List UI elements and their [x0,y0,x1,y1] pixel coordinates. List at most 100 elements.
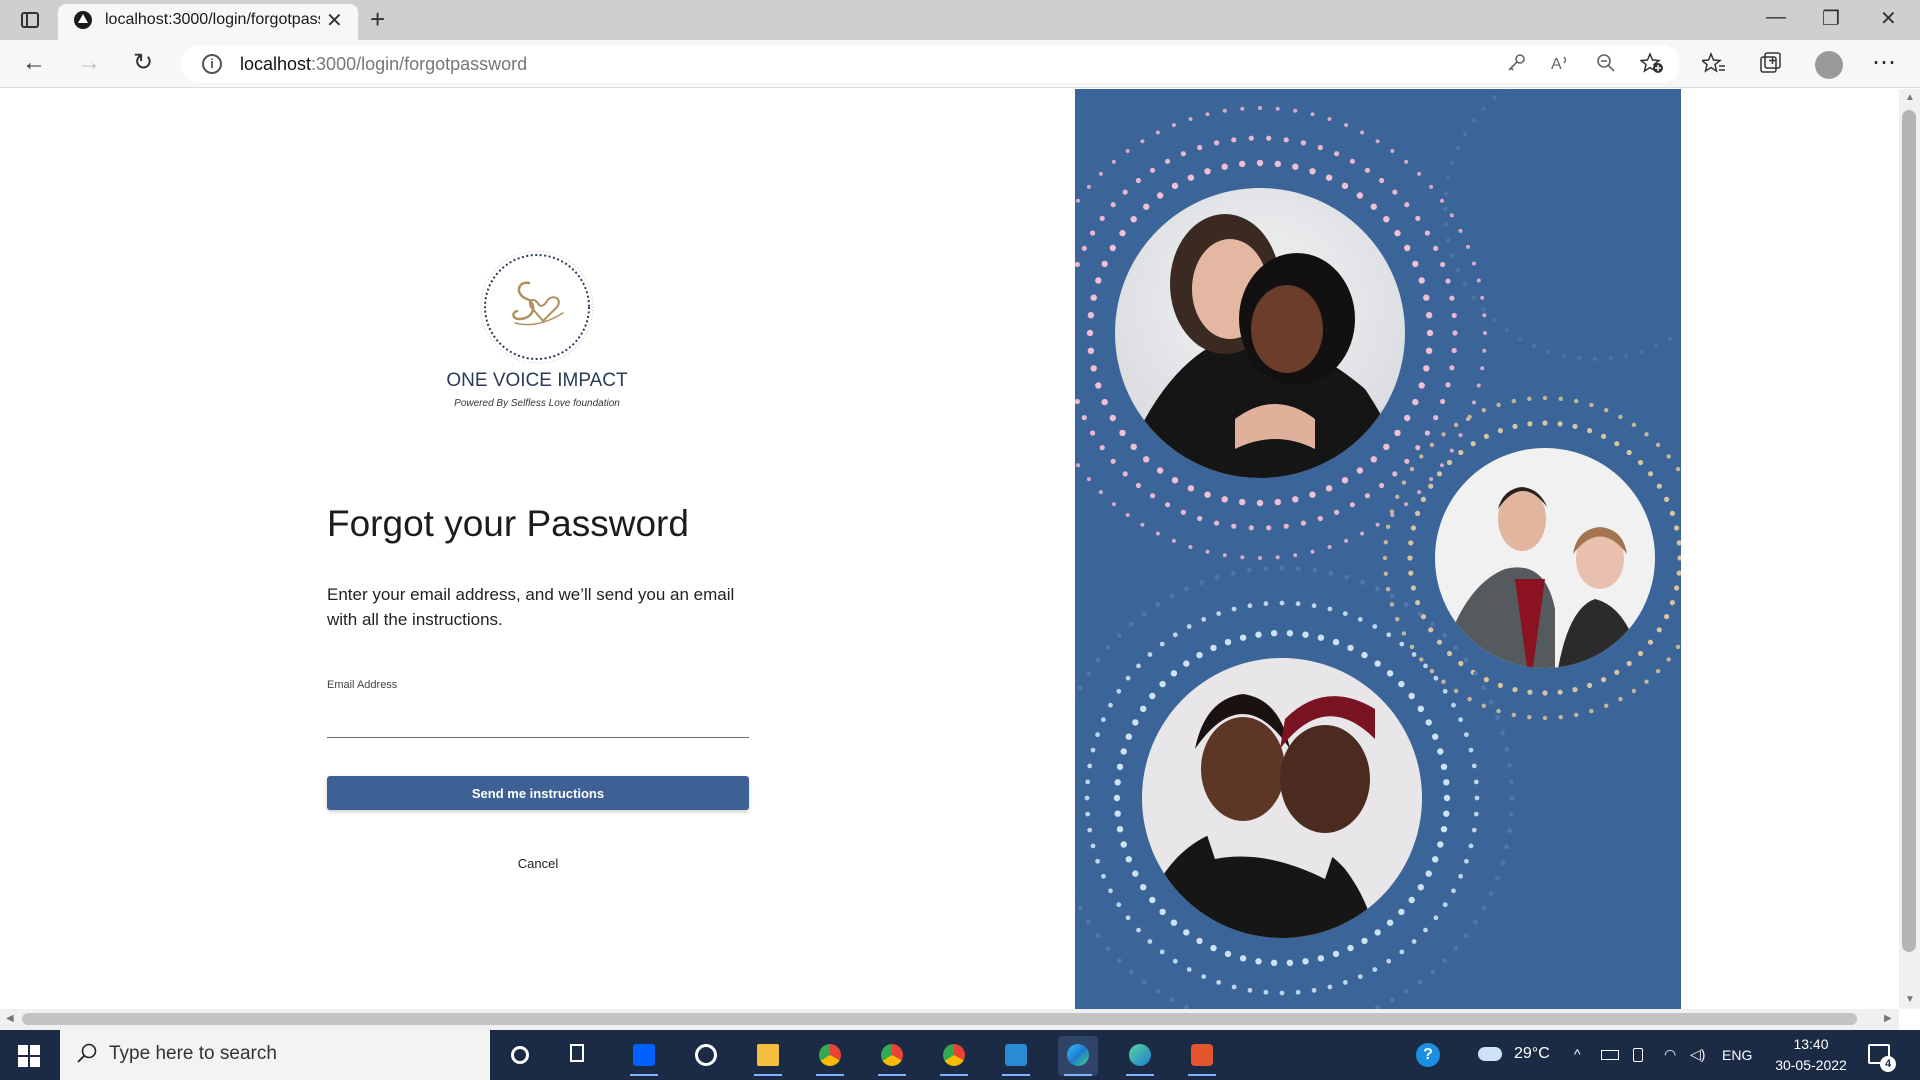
decorative-dot [1437,841,1444,848]
collections-icon[interactable] [1759,52,1781,74]
email-field[interactable] [327,700,749,738]
weather-temperature[interactable]: 29°C [1514,1045,1550,1063]
add-favorite-icon[interactable] [1640,52,1664,74]
chrome-icon-2[interactable] [934,1036,974,1076]
decorative-dot [1637,650,1644,657]
chrome-profile-icon[interactable] [872,1036,912,1076]
language-indicator[interactable]: ENG [1722,1047,1752,1063]
decorative-dot [1417,611,1423,617]
decorative-dot [1451,347,1457,354]
app-icon-2[interactable] [1182,1036,1222,1076]
decorative-dot [1474,795,1480,801]
decorative-dot [1446,175,1451,180]
decorative-dot [1159,680,1166,688]
decorative-dot [1507,828,1513,834]
decorative-dot [1187,174,1195,181]
back-button[interactable]: ← [22,50,46,76]
decorative-dot [1258,556,1262,560]
decorative-dot [1386,632,1392,638]
decorative-dot [1317,515,1323,522]
brand-name: ONE VOICE IMPACT [446,370,628,391]
volume-icon[interactable]: ◁) [1690,1046,1705,1063]
decorative-dot [1375,522,1380,527]
scroll-up-icon[interactable]: ▲ [1905,92,1915,103]
decorative-dot [1442,206,1448,212]
site-info-icon[interactable]: i [202,54,222,74]
decorative-dot [1517,336,1523,342]
decorative-dot [1327,117,1332,121]
file-explorer-icon[interactable] [748,1036,788,1076]
decorative-dot [1433,675,1439,681]
chrome-icon[interactable] [810,1036,850,1076]
tab-close-icon[interactable]: ✕ [326,8,343,33]
decorative-dot [1379,177,1385,184]
window-minimize-button[interactable]: — [1766,6,1786,29]
new-tab-button[interactable]: + [370,4,385,35]
decorative-dot [1417,979,1423,985]
task-view-icon[interactable] [560,1036,600,1076]
reload-button[interactable]: ↻ [133,50,153,76]
decorative-dot [1356,192,1364,199]
decorative-dot [1087,347,1095,354]
decorative-dot [1296,566,1301,571]
decorative-dot [1165,158,1171,164]
weather-icon[interactable] [1478,1047,1502,1061]
tray-chevron-icon[interactable]: ^ [1574,1046,1581,1062]
decorative-dot [1221,496,1228,503]
decorative-dot [1180,509,1186,515]
battery-icon[interactable] [1601,1050,1619,1060]
horizontal-scrollbar-thumb[interactable] [22,1013,1857,1025]
decorative-dot [1111,159,1116,164]
app-icon[interactable] [686,1036,726,1076]
decorative-dot [1095,657,1101,663]
decorative-dot [1140,139,1145,144]
clock-date[interactable]: 30-05-2022 [1768,1057,1854,1073]
zoom-out-icon[interactable] [1595,52,1617,74]
window-restore-button[interactable]: ❐ [1822,6,1840,31]
device-icon[interactable] [1633,1048,1643,1062]
favorites-icon[interactable] [1702,52,1726,74]
decorative-dot [1309,168,1316,175]
decorative-dot [1095,933,1101,939]
forward-button[interactable]: → [77,50,101,76]
vscode-icon[interactable] [996,1036,1036,1076]
decorative-dot [1125,856,1132,863]
help-icon[interactable]: ? [1416,1043,1440,1067]
more-icon[interactable]: ⋯ [1872,48,1896,77]
tab-title[interactable]: localhost:3000/login/forgotpassword [105,11,320,29]
scroll-left-icon[interactable]: ◀ [6,1013,14,1024]
vertical-scrollbar-thumb[interactable] [1902,110,1916,952]
decorative-dot [1150,493,1156,499]
decorative-dot [1398,908,1405,916]
decorative-dot [1423,927,1428,933]
svg-text:A: A [1551,56,1562,73]
scroll-right-icon[interactable]: ▶ [1884,1013,1892,1024]
window-close-button[interactable]: ✕ [1880,6,1897,31]
decorative-dot [1101,260,1108,268]
decorative-dot [1216,980,1222,985]
url-text[interactable]: localhost:3000/login/forgotpassword [240,54,527,75]
decorative-dot [1415,600,1421,606]
send-instructions-button[interactable]: Send me instructions [327,776,749,810]
wifi-icon[interactable]: ◠ [1664,1046,1676,1063]
clock-time[interactable]: 13:40 [1776,1036,1846,1052]
decorative-dot [1087,827,1093,833]
decorative-dot [1239,955,1247,962]
search-placeholder[interactable]: Type here to search [109,1043,277,1065]
decorative-dot [1170,919,1178,926]
scroll-down-icon[interactable]: ▼ [1905,994,1915,1005]
tab-actions-icon[interactable] [21,12,39,28]
decorative-dot [1666,657,1671,662]
dropbox-icon[interactable] [624,1036,664,1076]
read-aloud-icon[interactable]: A [1550,52,1572,74]
cancel-link[interactable]: Cancel [488,856,588,871]
key-icon[interactable] [1505,52,1527,74]
start-button[interactable] [18,1045,40,1067]
cortana-icon[interactable] [500,1036,540,1076]
decorative-dot [1443,794,1451,802]
decorative-dot [1222,553,1227,558]
profile-icon[interactable] [1815,51,1843,79]
edge-icon[interactable] [1058,1036,1098,1076]
edge-dev-icon[interactable] [1120,1036,1160,1076]
decorative-dot [1357,617,1363,622]
